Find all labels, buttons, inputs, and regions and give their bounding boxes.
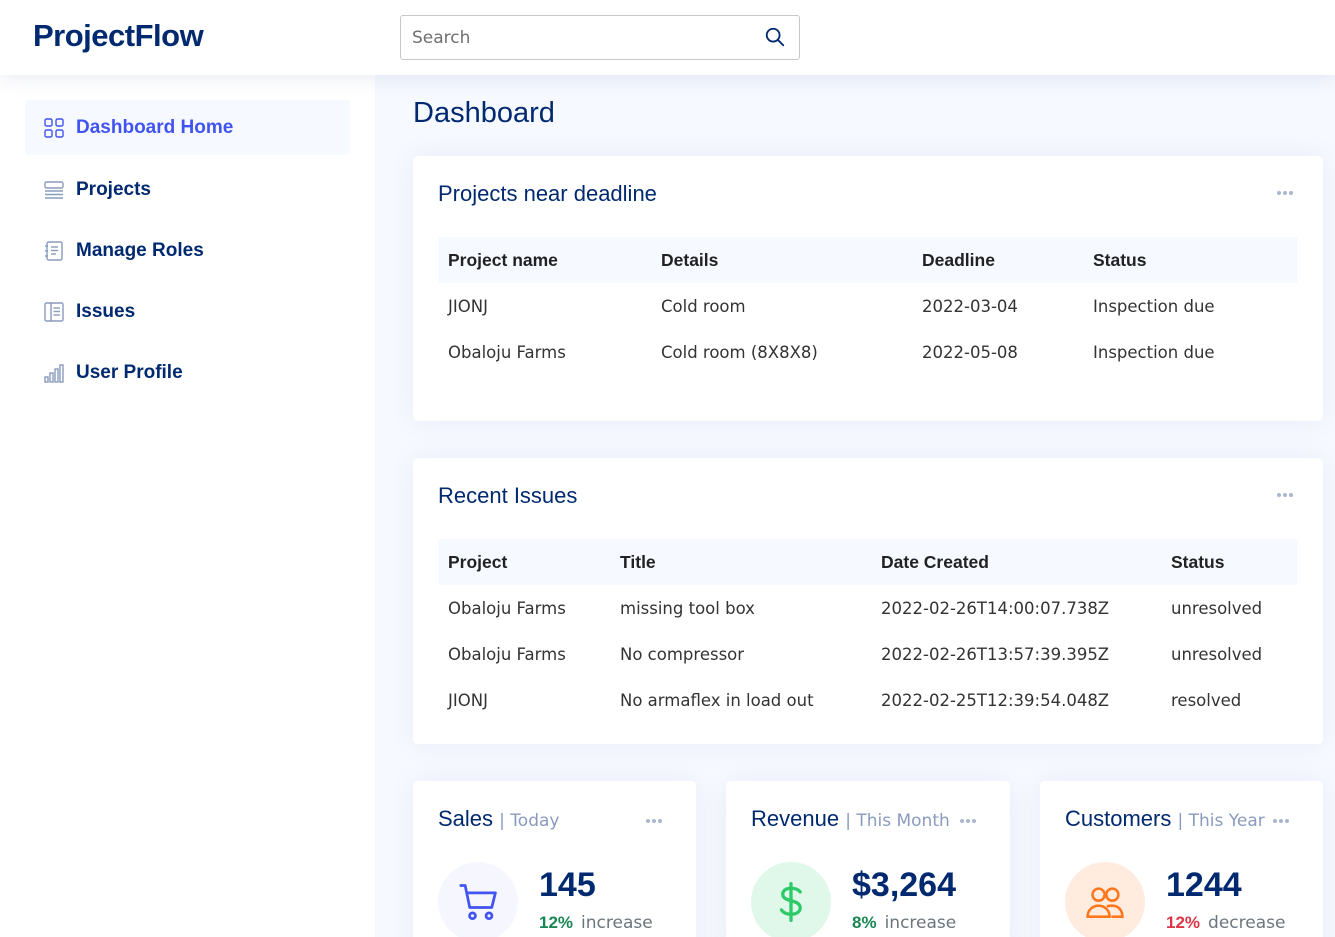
page-title: Dashboard — [413, 97, 555, 129]
table-row[interactable]: JIONJ Cold room 2022-03-04 Inspection du… — [438, 283, 1298, 329]
grid-icon — [44, 117, 64, 138]
column-header[interactable]: Title — [610, 539, 871, 585]
card-title: Sales | Today — [438, 806, 559, 832]
table-cell: 2022-05-08 — [922, 342, 1018, 362]
table-cell: Inspection due — [1093, 296, 1215, 316]
sidebar-item-label: Projects — [76, 178, 151, 200]
card-title: Projects near deadline — [438, 181, 657, 206]
revenue-card: Revenue | This Month $3,264 8% increase — [726, 781, 1010, 937]
table-row[interactable]: Obaloju Farms Cold room (8X8X8) 2022-05-… — [438, 329, 1298, 375]
trend-percent: 8% — [852, 913, 877, 932]
column-header[interactable]: Details — [651, 237, 912, 283]
sidebar-item-label: Issues — [76, 300, 136, 322]
trend-label: increase — [884, 913, 957, 933]
sidebar-item-issues[interactable]: Issues — [25, 284, 350, 339]
search-button[interactable] — [763, 26, 787, 50]
column-header[interactable]: Project — [438, 539, 610, 585]
search-icon — [765, 27, 785, 47]
issues-card: Recent Issues Project Title Date Created… — [413, 458, 1323, 744]
revenue-icon-circle — [751, 862, 831, 937]
table-cell: No armaflex in load out — [620, 690, 814, 710]
card-period: | Today — [499, 811, 560, 831]
customers-icon-circle — [1065, 862, 1145, 937]
search-input[interactable] — [402, 17, 742, 58]
sales-value: 145 — [539, 866, 596, 904]
table-row[interactable]: JIONJ No armaflex in load out 2022-02-25… — [438, 677, 1298, 723]
sidebar-item-label: User Profile — [76, 361, 183, 383]
header: ProjectFlow — [0, 0, 1335, 75]
table-cell: Cold room — [661, 296, 746, 316]
bar-chart-icon — [44, 363, 64, 383]
search-bar — [400, 15, 800, 60]
table-cell: No compressor — [620, 644, 745, 664]
deadline-card: Projects near deadline Project name Deta… — [413, 156, 1323, 421]
trend-percent: 12% — [1166, 913, 1201, 932]
table-cell: Obaloju Farms — [448, 598, 566, 618]
table-cell: Obaloju Farms — [448, 342, 566, 362]
card-title-text: Sales — [438, 806, 494, 831]
table-cell: unresolved — [1171, 644, 1263, 664]
sidebar-item-dashboard-home[interactable]: Dashboard Home — [25, 100, 350, 155]
card-period: | This Month — [845, 811, 950, 831]
table-cell: 2022-03-04 — [922, 296, 1018, 316]
sales-card: Sales | Today 145 12% increase — [413, 781, 696, 937]
deadline-table: Project name Details Deadline Status JIO… — [438, 237, 1298, 375]
more-options-icon[interactable] — [1277, 182, 1301, 196]
sidebar: Dashboard Home Projects Manage Roles Iss… — [0, 75, 375, 937]
currency-dollar-icon — [779, 882, 802, 922]
table-row[interactable]: Obaloju Farms No compressor 2022-02-26T1… — [438, 631, 1298, 677]
table-header-row: Project Title Date Created Status — [438, 539, 1298, 585]
customers-trend: 12% decrease — [1166, 913, 1285, 933]
card-title: Revenue | This Month — [751, 806, 950, 832]
revenue-trend: 8% increase — [852, 913, 956, 933]
sidebar-item-label: Dashboard Home — [76, 116, 234, 138]
revenue-value: $3,264 — [852, 866, 956, 904]
trend-percent: 12% — [539, 913, 574, 932]
logo[interactable]: ProjectFlow — [33, 18, 204, 54]
table-cell: missing tool box — [620, 598, 755, 618]
table-cell: JIONJ — [448, 690, 488, 710]
cart-icon — [459, 884, 497, 921]
table-cell: 2022-02-26T14:00:07.738Z — [881, 598, 1110, 618]
trend-label: increase — [581, 913, 653, 933]
sidebar-item-manage-roles[interactable]: Manage Roles — [25, 223, 350, 278]
column-header[interactable]: Status — [1161, 539, 1298, 585]
card-title-text: Customers — [1065, 806, 1172, 831]
sidebar-item-label: Manage Roles — [76, 239, 204, 261]
card-title: Customers | This Year — [1065, 806, 1265, 832]
table-cell: Obaloju Farms — [448, 644, 566, 664]
customers-value: 1244 — [1166, 866, 1242, 904]
table-row[interactable]: Obaloju Farms missing tool box 2022-02-2… — [438, 585, 1298, 631]
menu-button-icon — [44, 180, 64, 199]
table-cell: 2022-02-25T12:39:54.048Z — [881, 690, 1110, 710]
more-options-icon[interactable] — [646, 810, 670, 824]
card-title-text: Revenue — [751, 806, 840, 831]
sales-icon-circle — [438, 862, 518, 937]
more-options-icon[interactable] — [1277, 484, 1301, 498]
people-icon — [1086, 887, 1124, 918]
column-header[interactable]: Deadline — [912, 237, 1083, 283]
table-cell: unresolved — [1171, 598, 1263, 618]
journal-text-icon — [45, 240, 63, 261]
table-cell: Inspection due — [1093, 342, 1215, 362]
sidebar-item-projects[interactable]: Projects — [25, 162, 350, 217]
sidebar-item-user-profile[interactable]: User Profile — [25, 345, 350, 400]
column-header[interactable]: Project name — [438, 237, 651, 283]
sales-trend: 12% increase — [539, 913, 653, 933]
customers-card: Customers | This Year 1244 12% decrease — [1040, 781, 1323, 937]
table-cell: resolved — [1171, 690, 1242, 710]
more-options-icon[interactable] — [1273, 810, 1297, 824]
column-header[interactable]: Date Created — [871, 539, 1161, 585]
table-cell: 2022-02-26T13:57:39.395Z — [881, 644, 1110, 664]
issues-table: Project Title Date Created Status Obaloj… — [438, 539, 1298, 723]
card-period: | This Year — [1177, 811, 1265, 831]
table-cell: JIONJ — [448, 296, 488, 316]
more-options-icon[interactable] — [960, 810, 984, 824]
table-cell: Cold room (8X8X8) — [661, 342, 818, 362]
layout-text-icon — [44, 301, 64, 322]
card-title: Recent Issues — [438, 483, 578, 508]
table-header-row: Project name Details Deadline Status — [438, 237, 1298, 283]
trend-label: decrease — [1208, 913, 1286, 933]
column-header[interactable]: Status — [1083, 237, 1298, 283]
